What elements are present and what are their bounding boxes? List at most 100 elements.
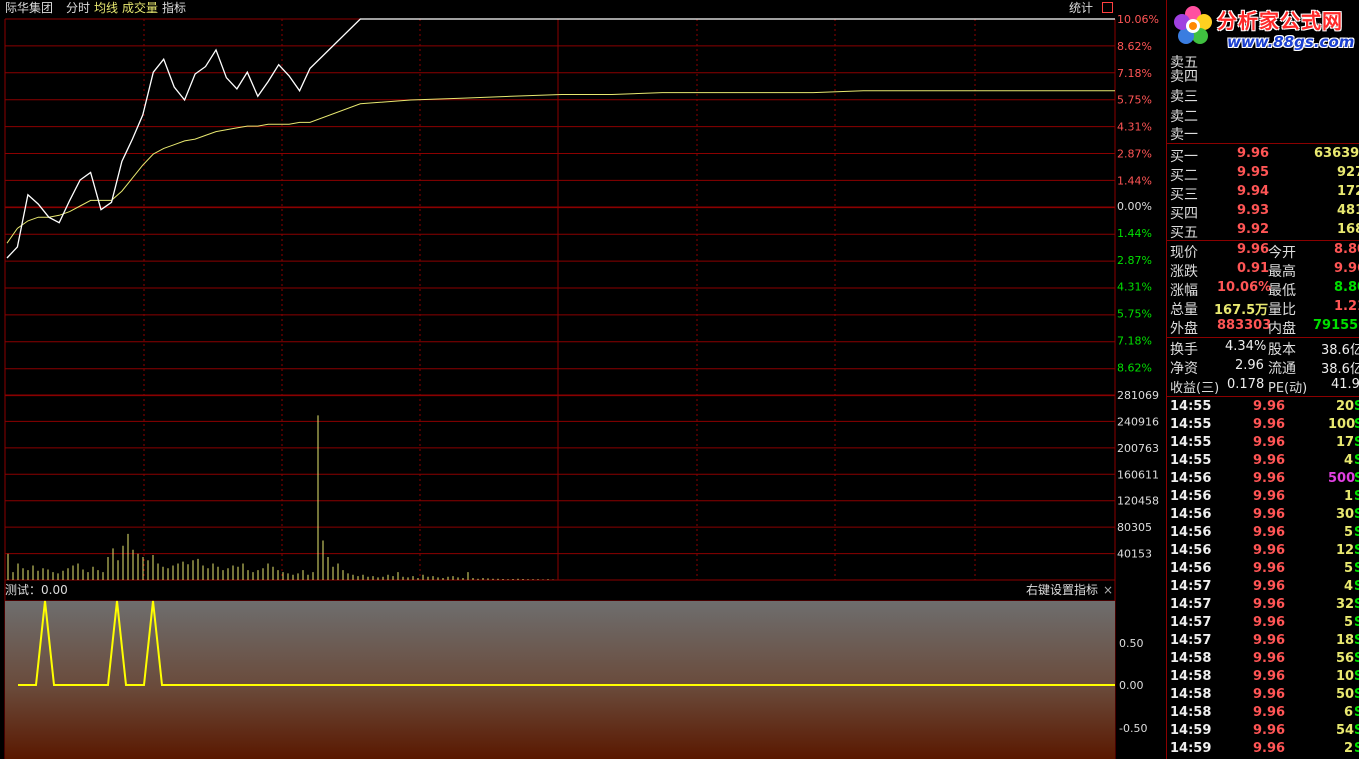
tick-flag: S <box>1354 434 1359 452</box>
tick-time: 14:59 <box>1170 723 1212 738</box>
tick-volume: 17 <box>1336 435 1355 450</box>
tick-price: 9.96 <box>1253 723 1286 738</box>
tick-flag: S <box>1354 614 1359 632</box>
quote-value: 8.80 <box>1334 280 1359 295</box>
tick-price: 9.96 <box>1253 669 1286 684</box>
quote-value: 0.91 <box>1237 261 1270 276</box>
price-axis-label: 1.44% <box>1117 227 1152 240</box>
tick-row: 14:57 9.96 32S <box>1167 596 1359 614</box>
tick-price: 9.96 <box>1253 399 1286 414</box>
quote-label: 最高 <box>1268 264 1296 280</box>
buy-price: 9.93 <box>1237 203 1270 218</box>
tick-volume: 2 <box>1344 741 1354 756</box>
tick-flag: S <box>1354 524 1359 542</box>
quote-label: 涨跌 <box>1170 264 1198 280</box>
buy-price: 9.95 <box>1237 165 1270 180</box>
quote-value: 8.80 <box>1334 242 1359 257</box>
tick-volume: 4 <box>1344 579 1354 594</box>
quote-label: 今开 <box>1268 245 1296 261</box>
tick-price: 9.96 <box>1253 579 1286 594</box>
logo: 分析家公式网 www.88gs.com <box>1167 0 1359 55</box>
average-price-line <box>6 90 1115 244</box>
tick-volume: 18 <box>1336 633 1355 648</box>
tick-price: 9.96 <box>1253 597 1286 612</box>
tick-time: 14:55 <box>1170 453 1212 468</box>
buy-price: 9.96 <box>1237 146 1270 161</box>
sell-label: 卖三 <box>1170 89 1198 105</box>
tick-price: 9.96 <box>1253 687 1286 702</box>
tick-flag: S <box>1354 452 1359 470</box>
price-axis-label: 2.87% <box>1117 148 1152 161</box>
price-axis-label: 2.87% <box>1117 254 1152 267</box>
tick-volume: 5 <box>1344 561 1354 576</box>
buy-price: 9.92 <box>1237 222 1270 237</box>
price-axis-label: 5.75% <box>1117 308 1152 321</box>
quote-label: 现价 <box>1170 245 1198 261</box>
buy-label: 买五 <box>1170 225 1198 241</box>
tick-price: 9.96 <box>1253 489 1286 504</box>
indicator-settings-hint[interactable]: 右键设置指标 <box>1026 583 1098 598</box>
volume-axis-label: 160611 <box>1117 468 1159 481</box>
quote-value: 4.34% <box>1225 339 1267 354</box>
logo-url: www.88gs.com <box>1227 33 1355 51</box>
tick-flag: S <box>1354 398 1359 416</box>
tick-price: 9.96 <box>1253 525 1286 540</box>
tick-row: 14:59 9.96 54S <box>1167 722 1359 740</box>
volume-axis-label: 40153 <box>1117 548 1152 561</box>
tick-price: 9.96 <box>1253 417 1286 432</box>
tick-price: 9.96 <box>1253 543 1286 558</box>
indicator-title: 测试：0.00 <box>5 583 68 597</box>
volume-axis-label: 240916 <box>1117 415 1159 428</box>
tick-time: 14:56 <box>1170 489 1212 504</box>
tick-row: 14:56 9.96 5S <box>1167 560 1359 578</box>
tick-price: 9.96 <box>1253 435 1286 450</box>
indicator-close-icon[interactable]: × <box>1103 583 1113 598</box>
quote-label: 涨幅 <box>1170 283 1198 299</box>
tick-flag: S <box>1354 506 1359 524</box>
tick-row: 14:57 9.96 18S <box>1167 632 1359 650</box>
tick-price: 9.96 <box>1253 741 1286 756</box>
tick-flag: S <box>1354 542 1359 560</box>
indicator-axis-labels: 0.50 0.00 -0.50 <box>1119 637 1147 735</box>
tick-flag: S <box>1354 722 1359 740</box>
price-axis-label: 10.06% <box>1117 13 1159 26</box>
tick-flag: S <box>1354 578 1359 596</box>
buy-label: 买三 <box>1170 187 1198 203</box>
tick-price: 9.96 <box>1253 615 1286 630</box>
quote-label: 流通 <box>1268 361 1296 377</box>
buy-volume: 927 <box>1337 165 1359 180</box>
quote-label: 总量 <box>1170 302 1198 318</box>
tick-row: 14:58 9.96 6S <box>1167 704 1359 722</box>
sell-label: 卖二 <box>1170 109 1198 125</box>
tick-time: 14:55 <box>1170 435 1212 450</box>
tick-flag: S <box>1354 704 1359 722</box>
buy-price: 9.94 <box>1237 184 1270 199</box>
volume-axis-labels: 281069 240916 200763 160611 120458 80305 40153 <box>1117 389 1159 561</box>
quote-label: PE(动) <box>1268 381 1308 396</box>
quote-value: 2.96 <box>1235 358 1264 373</box>
quote-value: 167.5万 <box>1214 303 1269 318</box>
buy-volume: 168 <box>1337 222 1359 237</box>
tick-time: 14:56 <box>1170 525 1212 540</box>
buy-volume: 481 <box>1337 203 1359 218</box>
indicator-axis-label: 0.50 <box>1119 637 1144 650</box>
tick-row: 14:59 9.96 2S <box>1167 740 1359 758</box>
volume-axis-label: 281069 <box>1117 389 1159 402</box>
tick-time: 14:56 <box>1170 471 1212 486</box>
flower-logo-icon <box>1174 6 1212 44</box>
tick-flag: S <box>1354 632 1359 650</box>
quote-value: 38.6亿 <box>1321 362 1359 377</box>
tick-time: 14:55 <box>1170 417 1212 432</box>
tick-price: 9.96 <box>1253 507 1286 522</box>
tick-volume: 500 <box>1328 471 1356 486</box>
tick-flag: S <box>1354 668 1359 686</box>
tick-flag: S <box>1354 740 1359 758</box>
tick-row: 14:56 9.96 12S <box>1167 542 1359 560</box>
divider <box>1167 143 1359 144</box>
tick-time: 14:58 <box>1170 669 1212 684</box>
indicator-axis-label: -0.50 <box>1119 722 1147 735</box>
tick-volume: 12 <box>1336 543 1355 558</box>
price-axis-label: 8.62% <box>1117 40 1152 53</box>
sell-label: 卖四 <box>1170 69 1198 85</box>
tick-volume: 32 <box>1336 597 1355 612</box>
